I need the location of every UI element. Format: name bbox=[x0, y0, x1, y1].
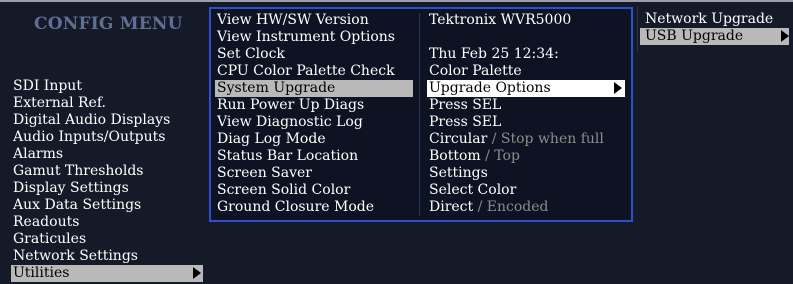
utility-value-main: Settings bbox=[429, 165, 488, 181]
upgrade-option-item[interactable]: Network Upgrade bbox=[640, 11, 789, 28]
left-menu-item[interactable]: Aux Data Settings bbox=[11, 197, 203, 214]
triangle-right-icon bbox=[781, 30, 789, 42]
utility-value[interactable]: Circular / Stop when full bbox=[429, 131, 604, 148]
utility-row[interactable]: View HW/SW Version Tektronix WVR5000 bbox=[211, 12, 631, 29]
left-menu-item-label: Alarms bbox=[13, 146, 64, 162]
utility-value[interactable]: Tektronix WVR5000 bbox=[429, 12, 571, 29]
utility-value-alt: / Stop when full bbox=[491, 131, 604, 147]
utility-row[interactable]: Ground Closure Mode Direct / Encoded bbox=[211, 199, 631, 216]
utility-value[interactable]: Bottom / Top bbox=[429, 148, 520, 165]
upgrade-options-submenu: Network Upgrade USB Upgrade bbox=[640, 11, 789, 45]
left-menu-item-label: SDI Input bbox=[13, 78, 82, 94]
utility-value-main: Direct bbox=[429, 199, 474, 215]
utility-value-main: Tektronix WVR5000 bbox=[429, 12, 572, 28]
left-menu-item-label: Aux Data Settings bbox=[13, 197, 142, 213]
left-menu-item[interactable]: Audio Inputs/Outputs bbox=[11, 129, 203, 146]
utility-row[interactable]: View Instrument Options bbox=[211, 29, 631, 46]
triangle-right-icon bbox=[193, 267, 201, 279]
utility-row[interactable]: Screen Saver Settings bbox=[211, 165, 631, 182]
utility-row[interactable]: Status Bar Location Bottom / Top bbox=[211, 148, 631, 165]
left-menu-item[interactable]: Display Settings bbox=[11, 180, 203, 197]
upgrade-option-item[interactable]: USB Upgrade bbox=[640, 28, 789, 45]
left-menu-item[interactable]: Network Settings bbox=[11, 248, 203, 265]
page-title: CONFIG MENU bbox=[34, 14, 183, 34]
utility-label: Ground Closure Mode bbox=[217, 199, 375, 215]
utility-value-main: Thu Feb 25 12:34: bbox=[429, 46, 559, 62]
left-menu-item[interactable]: SDI Input bbox=[11, 78, 203, 95]
utility-value-main: Upgrade Options bbox=[429, 80, 551, 96]
left-menu-item[interactable]: Utilities bbox=[11, 265, 203, 282]
utility-value[interactable]: Press SEL bbox=[429, 97, 501, 114]
utility-value-main: Bottom bbox=[429, 148, 481, 164]
left-menu-item[interactable]: Readouts bbox=[11, 214, 203, 231]
utility-row[interactable]: CPU Color Palette Check Color Palette bbox=[211, 63, 631, 80]
left-menu-item-label: Utilities bbox=[13, 265, 70, 281]
left-menu-item[interactable]: Graticules bbox=[11, 231, 203, 248]
utilities-panel: View HW/SW Version Tektronix WVR5000 View … bbox=[209, 7, 633, 222]
utility-row[interactable]: System Upgrade Upgrade Options bbox=[211, 80, 631, 97]
left-menu-item-label: Graticules bbox=[13, 231, 87, 247]
left-menu-item[interactable]: Alarms bbox=[11, 146, 203, 163]
left-menu-item-label: Display Settings bbox=[13, 180, 129, 196]
left-menu-item-label: Network Settings bbox=[13, 248, 138, 264]
submenu-divider bbox=[637, 6, 638, 52]
utility-value-main: Circular bbox=[429, 131, 488, 147]
utility-value-main: Select Color bbox=[429, 182, 517, 198]
utility-value[interactable]: Direct / Encoded bbox=[429, 199, 549, 216]
utility-value[interactable]: Color Palette bbox=[429, 63, 522, 80]
utility-label: CPU Color Palette Check bbox=[217, 63, 395, 79]
utility-value[interactable]: Thu Feb 25 12:34: bbox=[429, 46, 559, 63]
utility-label: Run Power Up Diags bbox=[217, 97, 365, 113]
utility-label: View HW/SW Version bbox=[217, 12, 369, 28]
left-menu-item-label: Readouts bbox=[13, 214, 80, 230]
utility-value-main: Press SEL bbox=[429, 114, 502, 130]
utility-value-alt: / Top bbox=[485, 148, 520, 164]
utility-label: Screen Solid Color bbox=[217, 182, 351, 198]
utility-value-alt: / Encoded bbox=[477, 199, 549, 215]
left-menu-item-label: Gamut Thresholds bbox=[13, 163, 144, 179]
utility-row[interactable]: Diag Log Mode Circular / Stop when full bbox=[211, 131, 631, 148]
left-menu: SDI Input External Ref. Digital Audio Disp… bbox=[11, 78, 203, 282]
utility-label: View Diagnostic Log bbox=[217, 114, 363, 130]
utility-label: Status Bar Location bbox=[217, 148, 359, 164]
left-menu-item-label: External Ref. bbox=[13, 95, 106, 111]
utility-label: Set Clock bbox=[217, 46, 285, 62]
utility-label: View Instrument Options bbox=[217, 29, 395, 45]
left-menu-item[interactable]: External Ref. bbox=[11, 95, 203, 112]
utility-label: Diag Log Mode bbox=[217, 131, 326, 147]
utility-value-main: Color Palette bbox=[429, 63, 522, 79]
utility-value[interactable]: Press SEL bbox=[429, 114, 501, 131]
utility-row[interactable]: Screen Solid Color Select Color bbox=[211, 182, 631, 199]
utility-value[interactable]: Select Color bbox=[429, 182, 516, 199]
utility-row[interactable]: Set Clock Thu Feb 25 12:34: bbox=[211, 46, 631, 63]
utility-row[interactable]: View Diagnostic Log Press SEL bbox=[211, 114, 631, 131]
left-menu-item[interactable]: Gamut Thresholds bbox=[11, 163, 203, 180]
utility-value[interactable]: Settings bbox=[429, 165, 488, 182]
utility-value-main: Press SEL bbox=[429, 97, 502, 113]
utility-row[interactable]: Run Power Up Diags Press SEL bbox=[211, 97, 631, 114]
left-menu-item[interactable]: Digital Audio Displays bbox=[11, 112, 203, 129]
triangle-right-icon bbox=[614, 82, 622, 94]
left-menu-item-label: Audio Inputs/Outputs bbox=[13, 129, 166, 145]
config-screen: CONFIG MENU SDI Input External Ref. Digita… bbox=[0, 0, 793, 284]
utility-label: Screen Saver bbox=[217, 165, 312, 181]
upgrade-option-label: USB Upgrade bbox=[645, 28, 744, 44]
utility-value[interactable]: Upgrade Options bbox=[427, 80, 625, 97]
upgrade-option-label: Network Upgrade bbox=[645, 11, 774, 27]
utility-label: System Upgrade bbox=[215, 80, 413, 97]
left-menu-item-label: Digital Audio Displays bbox=[13, 112, 171, 128]
